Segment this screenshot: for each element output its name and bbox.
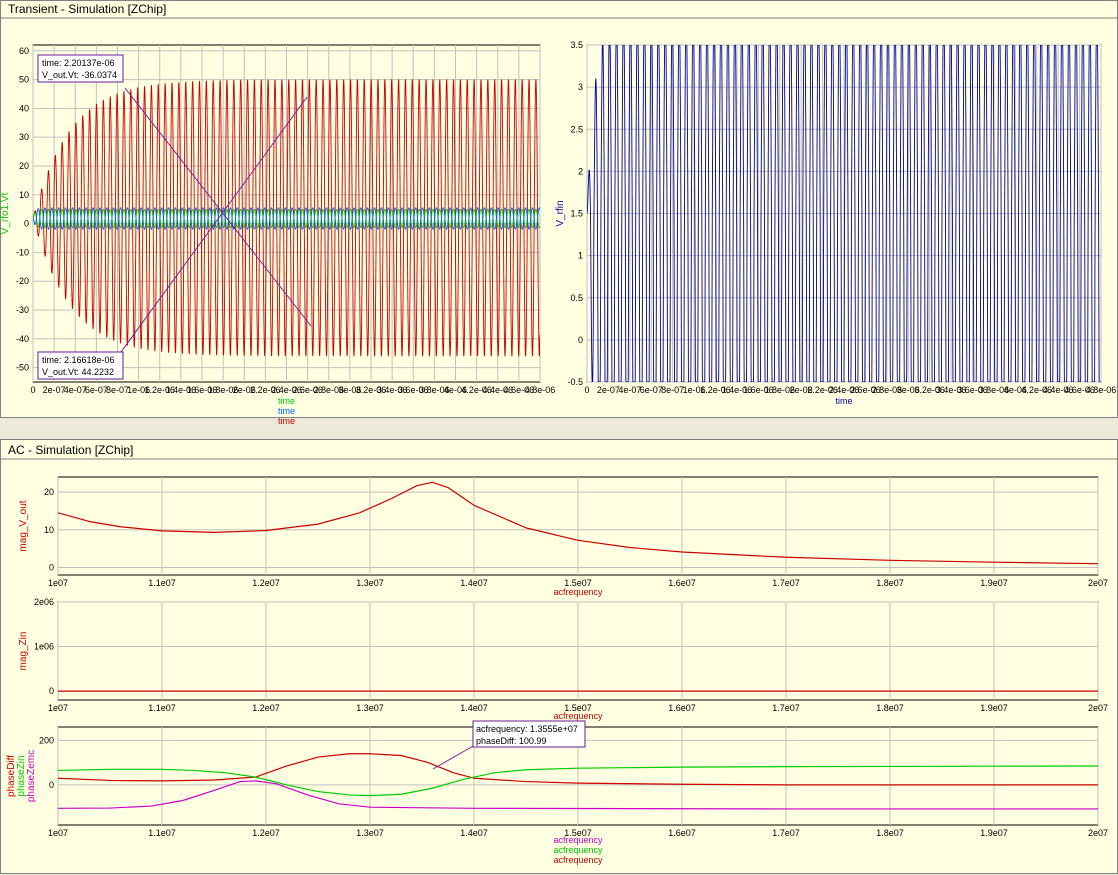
a1-x-tick-label: 1.1e07 (148, 578, 176, 588)
t1-y-tick-label: 0 (24, 219, 29, 229)
t1-x-tick-label: 6e-07 (85, 385, 108, 395)
a2-x-tick-label: 1.8e07 (876, 703, 904, 713)
a1-y-tick-label: 20 (44, 487, 54, 497)
t2-y-tick-label: 0 (578, 335, 583, 345)
a2-y-tick-label: 0 (49, 686, 54, 696)
t1-x-axis-label: time (278, 406, 295, 416)
a2-x-tick-label: 1.6e07 (668, 703, 696, 713)
marker-2-value: V_out.Vt: 44.2232 (42, 367, 114, 377)
a2-x-tick-label: 1.4e07 (460, 703, 488, 713)
marker-3-value: phaseDiff: 100.99 (476, 736, 546, 746)
t2-y-tick-label: 0.5 (570, 293, 583, 303)
marker-1[interactable]: time: 2.20137e-06 V_out.Vt: -36.0374 (37, 54, 124, 83)
t2-x-tick-label: 0 (584, 385, 589, 395)
marker-3[interactable]: acfrequency: 1.3555e+07 phaseDiff: 100.9… (472, 720, 586, 748)
t2-y-tick-label: 2.5 (570, 124, 583, 134)
a3-y-tick-label: 200 (39, 735, 54, 745)
a1-x-tick-label: 1.3e07 (356, 578, 384, 588)
t1-x-tick-label: 4.8e-06 (525, 385, 556, 395)
t1-x-tick-label: 4e-07 (64, 385, 87, 395)
a1-x-tick-label: 1.9e07 (980, 578, 1008, 588)
a1-y-tick-label: 10 (44, 525, 54, 535)
ac-panel-title: AC - Simulation [ZChip] (8, 443, 133, 457)
t1-y-tick-label: 40 (19, 103, 29, 113)
marker-2-time: time: 2.16618e-06 (42, 355, 115, 365)
a3-y-tick-label: 0 (49, 780, 54, 790)
a1-x-tick-label: 1.4e07 (460, 578, 488, 588)
t1-y-tick-label: -40 (16, 334, 29, 344)
a2-x-tick-label: 1.3e07 (356, 703, 384, 713)
a3-x-tick-label: 1.3e07 (356, 828, 384, 838)
a3-x-tick-label: 1.7e07 (772, 828, 800, 838)
t1-x-axis-label: time (278, 396, 295, 406)
t2-y-tick-label: 2 (578, 166, 583, 176)
t1-y-tick-label: -30 (16, 305, 29, 315)
t1-y-axis-label: V_rfo1.Vt (0, 192, 11, 234)
a1-y-axis-label: mag_V_out (18, 500, 29, 551)
marker-3-frequency: acfrequency: 1.3555e+07 (476, 724, 578, 734)
t1-y-tick-label: 60 (19, 46, 29, 56)
a1-x-tick-label: 1.6e07 (668, 578, 696, 588)
a1-x-tick-label: 1.2e07 (252, 578, 280, 588)
marker-1-value: V_out.Vt: -36.0374 (42, 70, 117, 80)
a1-x-tick-label: 1.8e07 (876, 578, 904, 588)
a2-x-tick-label: 1.2e07 (252, 703, 280, 713)
a2-y-tick-label: 2e06 (34, 597, 54, 607)
a2-x-tick-label: 2e07 (1088, 703, 1108, 713)
plot-transient-v-rfin: 0 2e-074e-076e-078e-071e-061.2e-061.4e-06… (555, 40, 1116, 406)
t2-x-tick-label: 6e-07 (640, 385, 663, 395)
marker-2[interactable]: time: 2.16618e-06 V_out.Vt: 44.2232 (37, 351, 124, 380)
t1-y-tick-label: 30 (19, 132, 29, 142)
a1-x-axis-label: acfrequency (553, 587, 603, 597)
a2-x-tick-label: 1e07 (48, 703, 68, 713)
t2-x-tick-label: 2e-07 (597, 385, 620, 395)
t2-x-tick-label: 4e-07 (618, 385, 641, 395)
t1-y-tick-label: 50 (19, 75, 29, 85)
t1-x-tick-label: 8e-07 (106, 385, 129, 395)
marker-1-time: time: 2.20137e-06 (42, 58, 115, 68)
a3-x-tick-label: 1.4e07 (460, 828, 488, 838)
t1-y-tick-label: -50 (16, 363, 29, 373)
t2-y-tick-label: 3.5 (570, 40, 583, 50)
a2-x-tick-label: 1.9e07 (980, 703, 1008, 713)
t2-y-tick-label: 3 (578, 82, 583, 92)
t1-x-tick-label: 2e-07 (43, 385, 66, 395)
a1-y-tick-label: 0 (49, 562, 54, 572)
a3-x-tick-label: 1.2e07 (252, 828, 280, 838)
a3-x-tick-label: 1.1e07 (148, 828, 176, 838)
a3-x-tick-label: 2e07 (1088, 828, 1108, 838)
t1-y-tick-label: 10 (19, 190, 29, 200)
a3-x-tick-label: 1.6e07 (668, 828, 696, 838)
t1-y-tick-label: -10 (16, 247, 29, 257)
a2-x-tick-label: 1.1e07 (148, 703, 176, 713)
a3-y-axis-label: phaseZemc (26, 750, 37, 802)
a1-x-tick-label: 1e07 (48, 578, 68, 588)
a2-x-axis-label: acfrequency (553, 711, 603, 721)
a3-x-axis-label: acfrequency (553, 835, 603, 845)
a3-x-axis-label: acfrequency (553, 845, 603, 855)
a2-y-tick-label: 1e06 (34, 642, 54, 652)
simulation-window: Transient - Simulation [ZChip] AC - Simu… (0, 0, 1118, 874)
t1-x-tick-label: 0 (30, 385, 35, 395)
a3-x-tick-label: 1e07 (48, 828, 68, 838)
t1-x-axis-label: time (278, 416, 295, 426)
a1-x-tick-label: 2e07 (1088, 578, 1108, 588)
t2-x-axis-label: time (835, 396, 852, 406)
t1-y-tick-label: -20 (16, 276, 29, 286)
a3-x-tick-label: 1.8e07 (876, 828, 904, 838)
transient-panel-title: Transient - Simulation [ZChip] (8, 2, 166, 16)
a3-x-tick-label: 1.9e07 (980, 828, 1008, 838)
t2-x-tick-label: 4.8e-06 (1086, 385, 1117, 395)
a1-x-tick-label: 1.7e07 (772, 578, 800, 588)
t2-y-axis-label: V_rfin (555, 200, 566, 226)
t2-y-tick-label: -0.5 (567, 377, 583, 387)
a2-y-axis-label: mag_Zin (18, 632, 29, 671)
t1-y-tick-label: 20 (19, 161, 29, 171)
t2-y-tick-label: 1 (578, 251, 583, 261)
a3-x-axis-label: acfrequency (553, 855, 603, 865)
t2-y-tick-label: 1.5 (570, 209, 583, 219)
a2-x-tick-label: 1.7e07 (772, 703, 800, 713)
t2-x-tick-label: 8e-07 (661, 385, 684, 395)
